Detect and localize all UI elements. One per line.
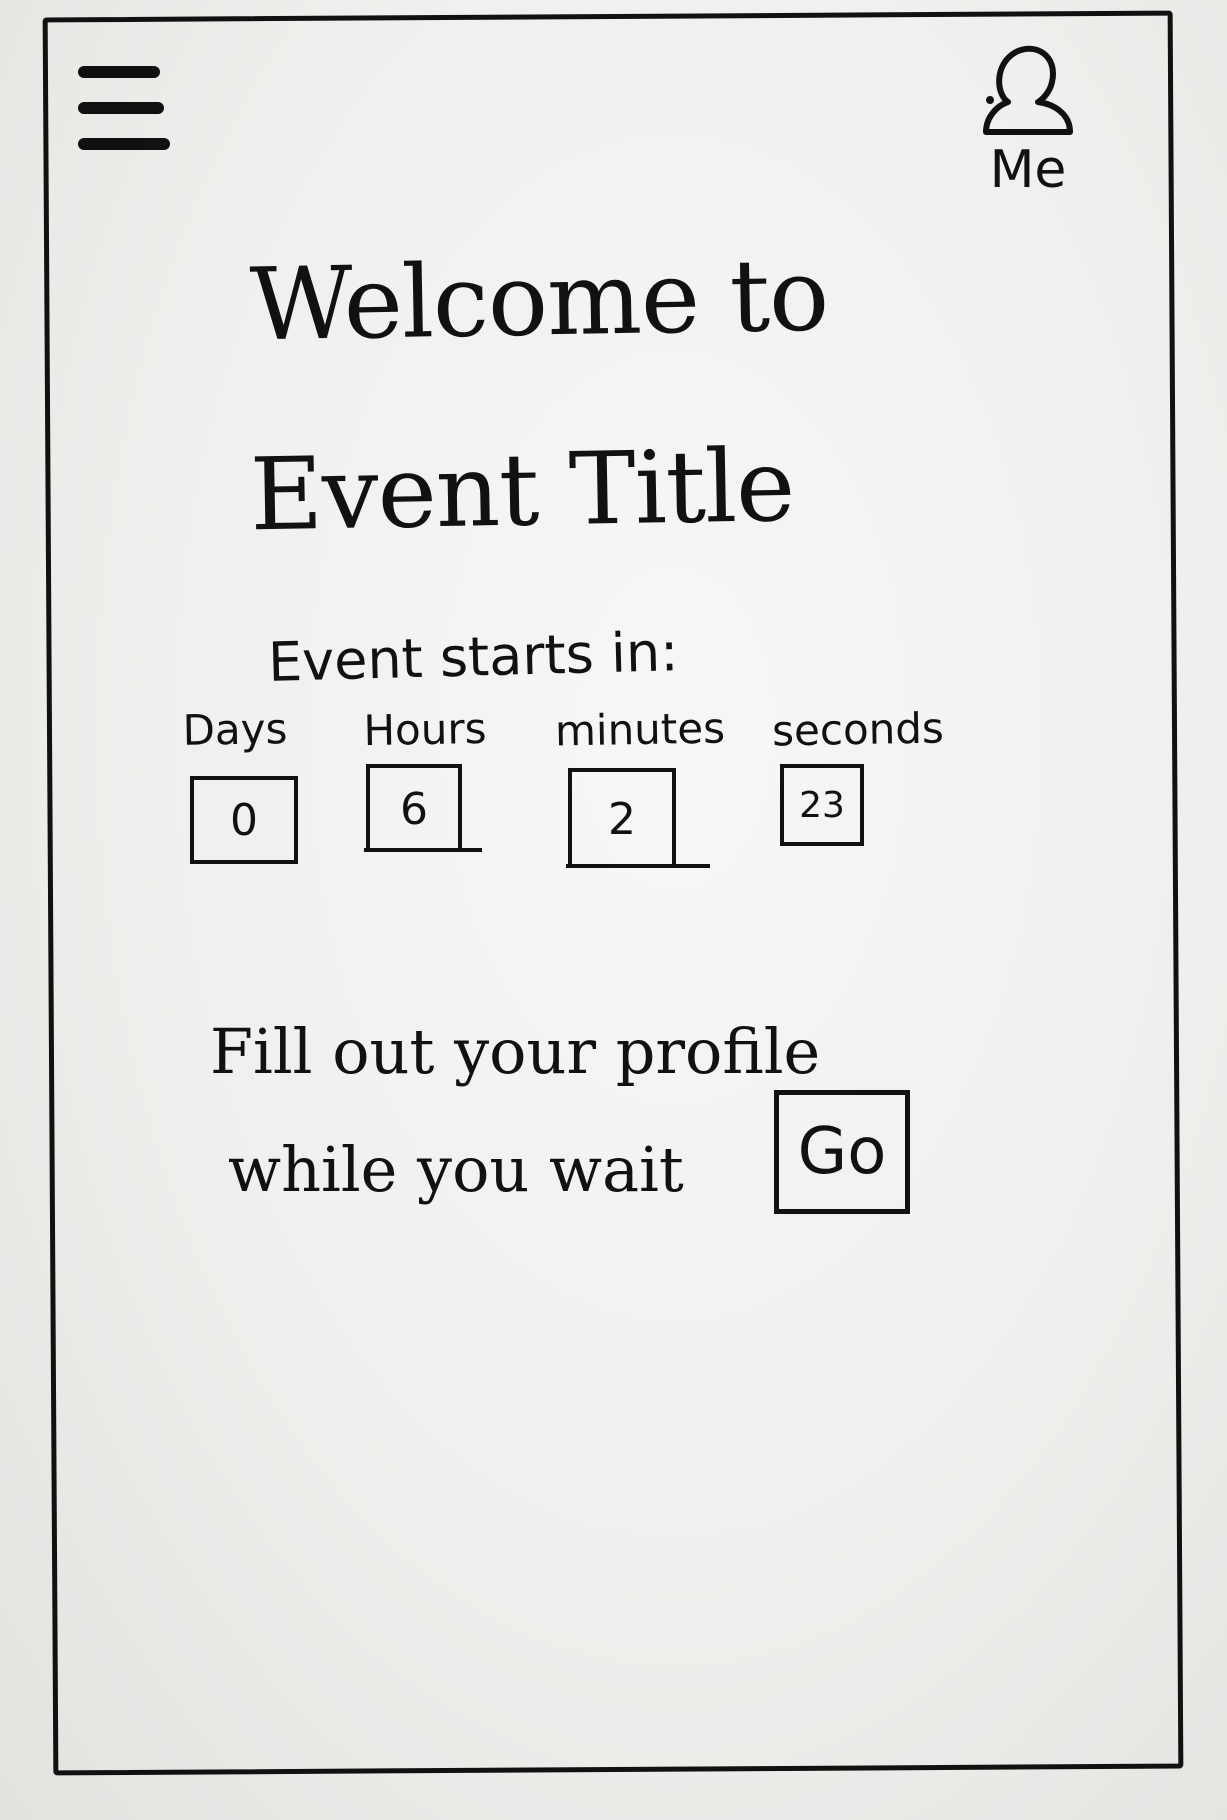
countdown-hours-label: Hours [363,703,487,756]
countdown-hours-underline [364,848,482,852]
go-button[interactable]: Go [774,1090,910,1214]
profile-label: Me [989,140,1067,200]
profile-button[interactable]: Me [968,44,1078,200]
countdown-seconds-label: seconds [771,703,945,756]
countdown-days-value: 0 [190,776,298,864]
menu-bar-middle [78,102,164,114]
profile-prompt-line2: while you wait [228,1133,684,1206]
countdown-seconds-value: 23 [780,764,864,846]
countdown-minutes-value: 2 [568,768,676,866]
countdown-days-label: Days [182,704,288,755]
welcome-heading: Welcome to [249,236,830,364]
event-title: Event Title [249,426,796,554]
countdown-hours-value: 6 [366,764,462,850]
menu-bar-top [78,66,160,78]
profile-prompt-line1: Fill out your profile [210,1015,821,1088]
countdown-minutes-underline [566,864,710,868]
menu-bar-bottom [78,138,170,150]
countdown-minutes-label: minutes [554,703,726,756]
hamburger-menu-icon[interactable] [78,66,170,156]
user-icon [983,45,1073,135]
